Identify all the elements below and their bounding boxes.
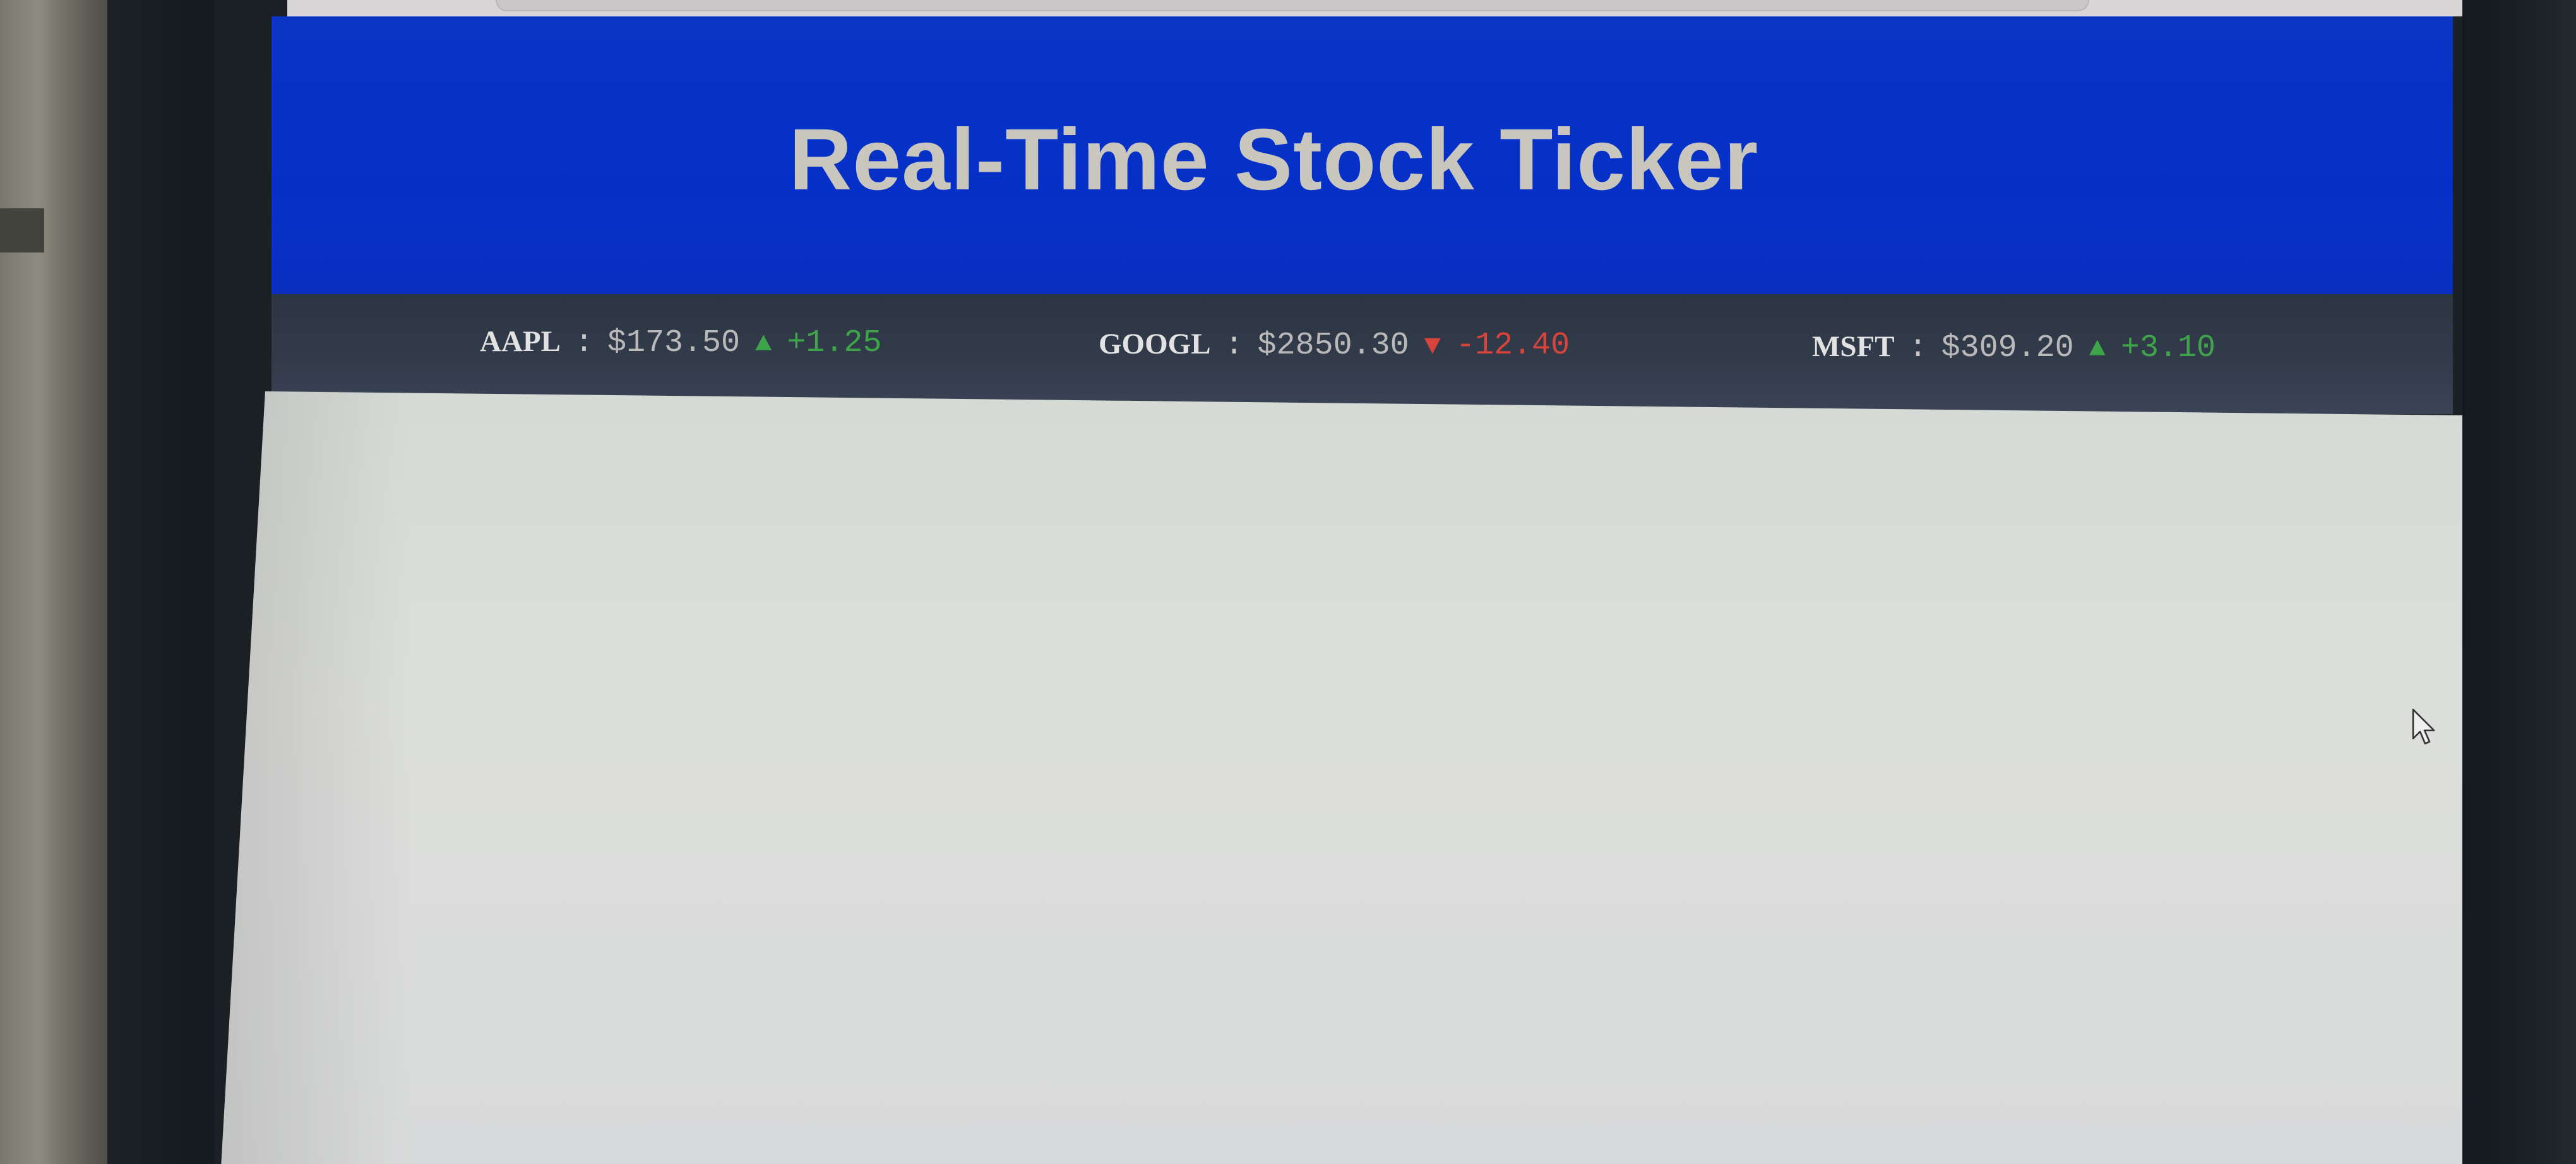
mouse-pointer-icon — [2412, 708, 2435, 745]
page-header: Real-Time Stock Ticker — [271, 16, 2453, 300]
ticker-item-googl: GOOGL: $2850.30 ▼ -12.40 — [1099, 327, 1570, 364]
triangle-up-icon: ▲ — [2089, 333, 2106, 365]
ticker-change: -12.40 — [1456, 328, 1570, 364]
ticker-separator: : — [1224, 328, 1244, 364]
ticker-price: $173.50 — [607, 325, 741, 361]
ticker-price: $309.20 — [1941, 330, 2074, 366]
ticker-separator: : — [574, 325, 593, 361]
ticker-item-aapl: AAPL: $173.50 ▲ +1.25 — [480, 324, 881, 361]
ticker-price: $2850.30 — [1257, 328, 1409, 364]
background-object — [0, 208, 44, 252]
ticker-change: +3.10 — [2121, 330, 2216, 366]
ticker-symbol: GOOGL — [1099, 328, 1211, 360]
triangle-down-icon: ▼ — [1424, 331, 1441, 362]
monitor-screen: Real-Time Stock Ticker AAPL: $173.50 ▲ +1.2… — [215, 0, 2462, 1164]
browser-toolbar — [287, 0, 2462, 16]
address-bar[interactable] — [496, 0, 2089, 11]
content-shadow — [221, 391, 410, 1164]
monitor-bezel-edge — [2481, 0, 2576, 1164]
ticker-symbol: AAPL — [480, 325, 561, 358]
ticker-item-msft: MSFT: $309.20 ▲ +3.10 — [1812, 330, 2215, 366]
ticker-symbol: MSFT — [1812, 330, 1895, 363]
page-title: Real-Time Stock Ticker — [789, 110, 1759, 208]
main-content-area — [221, 391, 2462, 1164]
triangle-up-icon: ▲ — [755, 328, 772, 360]
ticker-change: +1.25 — [787, 325, 882, 361]
ticker-separator: : — [1908, 330, 1928, 366]
